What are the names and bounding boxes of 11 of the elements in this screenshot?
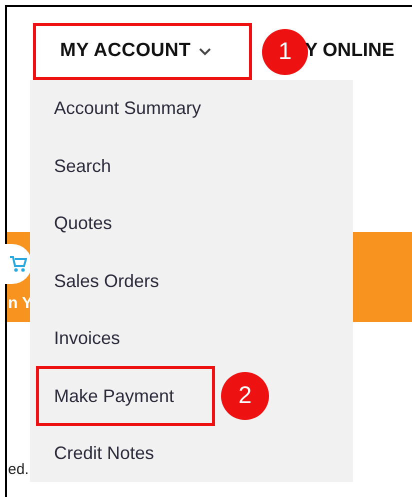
menu-item[interactable]: Make Payment bbox=[36, 366, 215, 426]
body-text: ed. bbox=[8, 462, 29, 477]
menu-item[interactable]: Invoices bbox=[36, 308, 120, 369]
callout-badge: 2 bbox=[221, 372, 269, 420]
menu-item[interactable]: Credit Notes bbox=[36, 424, 154, 484]
account-menu[interactable]: MY ACCOUNT bbox=[33, 23, 252, 80]
menu-item[interactable]: Quotes bbox=[36, 194, 112, 254]
menu-item[interactable]: Search bbox=[36, 136, 112, 196]
menu-item[interactable]: Account Summary bbox=[36, 78, 202, 139]
chevron-down-icon bbox=[198, 48, 211, 56]
menu-item[interactable]: Sales Orders bbox=[36, 251, 160, 312]
